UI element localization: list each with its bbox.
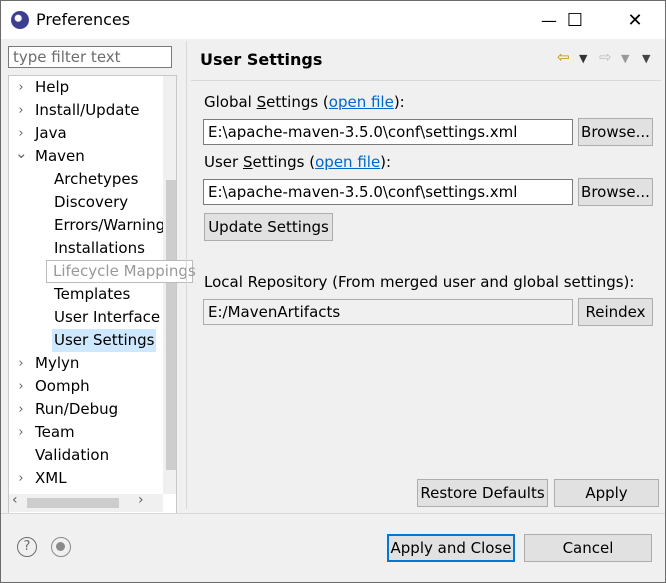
tree-item-label: Help (35, 78, 70, 96)
tree-item[interactable]: Validation (9, 444, 163, 467)
page-title: User Settings (200, 50, 323, 69)
user-settings-input[interactable]: E:\apache-maven-3.5.0\conf\settings.xml (203, 179, 573, 205)
close-icon: ✕ (627, 9, 643, 31)
chevron-right-icon[interactable]: › (15, 467, 27, 490)
scroll-left-icon[interactable]: ‹ (12, 492, 18, 508)
chevron-down-icon[interactable]: ⌄ (15, 145, 28, 168)
tree-item-label: Templates (54, 285, 131, 303)
preferences-tree[interactable]: › Help › Install/Update › Java ⌄ Maven Archetype… (8, 75, 177, 514)
tree-vertical-scrollbar[interactable] (163, 76, 176, 494)
tree-item[interactable]: User Interface (9, 306, 163, 329)
scroll-right-icon[interactable]: › (138, 492, 144, 508)
tree-item-label: Errors/Warnings (54, 216, 173, 234)
help-icon[interactable]: ? (17, 537, 37, 557)
tree-item[interactable]: › Install/Update (9, 99, 163, 122)
tree-item[interactable]: › XML (9, 467, 163, 490)
chevron-right-icon[interactable]: › (15, 99, 27, 122)
chevron-right-icon[interactable]: › (15, 375, 27, 398)
local-repository-field: E:/MavenArtifacts (203, 299, 573, 325)
tree-horizontal-scroll-thumb[interactable] (27, 498, 119, 508)
tree-item-label: Install/Update (35, 101, 140, 119)
view-menu-icon[interactable]: ▼ (642, 52, 650, 65)
tree-item-label: User Interface (54, 308, 161, 326)
global-label-mnemonic: S (256, 93, 267, 111)
tree-item[interactable]: Templates (9, 283, 163, 306)
tree-item-tooltip: Lifecycle Mappings (46, 260, 196, 283)
footer-separator (1, 513, 665, 514)
tree-item[interactable]: › Help (9, 76, 163, 99)
tree-item-label: Team (35, 423, 75, 441)
tree-item-label: Discovery (54, 193, 129, 211)
maximize-icon: ☐ (566, 9, 584, 31)
user-label-text-1: User (204, 153, 243, 171)
tree-item-label: User Settings (52, 329, 157, 352)
preferences-dialog: Preferences — ☐ ✕ type filter text › Help… (0, 0, 666, 583)
local-repository-label: Local Repository (From merged user and g… (204, 273, 635, 291)
close-button[interactable]: ✕ (612, 1, 658, 39)
restore-defaults-button[interactable]: Restore Defaults (417, 479, 548, 507)
chevron-right-icon[interactable]: › (15, 398, 27, 421)
tree-item-label: Validation (35, 446, 110, 464)
tree-item-label: Run/Debug (35, 400, 119, 418)
chevron-right-icon[interactable]: › (15, 122, 27, 145)
back-menu-chevron-icon[interactable]: ▼ (579, 52, 587, 65)
window-title: Preferences (36, 10, 131, 29)
chevron-right-icon[interactable]: › (15, 76, 27, 99)
tree-item[interactable]: › Team (9, 421, 163, 444)
tree-item[interactable]: Discovery (9, 191, 163, 214)
user-label-text-3: ): (380, 153, 392, 171)
user-browse-button[interactable]: Browse... (578, 178, 653, 206)
title-separator (191, 80, 661, 81)
back-arrow-icon[interactable]: ⇦ (557, 48, 570, 66)
forward-arrow-icon[interactable]: ⇨ (599, 48, 612, 66)
maximize-button[interactable]: ☐ (552, 1, 598, 39)
tree-item-label: Oomph (35, 377, 90, 395)
tree-item[interactable]: › Mylyn (9, 352, 163, 375)
tree-item-label: Mylyn (35, 354, 80, 372)
update-settings-button[interactable]: Update Settings (204, 213, 333, 241)
title-bar: Preferences — ☐ ✕ (1, 1, 665, 39)
chevron-right-icon[interactable]: › (15, 352, 27, 375)
tree-vertical-scroll-thumb[interactable] (166, 180, 176, 470)
forward-menu-chevron-icon[interactable]: ▼ (621, 52, 629, 65)
reindex-button[interactable]: Reindex (578, 298, 653, 326)
tree-item-label: Maven (35, 147, 85, 165)
global-label-text-2: ettings ( (266, 93, 329, 111)
panel-sash[interactable] (186, 41, 187, 509)
tree-horizontal-scrollbar[interactable]: ‹ › (9, 492, 163, 512)
global-open-file-link[interactable]: open file (329, 93, 394, 111)
tree-item[interactable]: Archetypes (9, 168, 163, 191)
tree-item-label: Java (35, 124, 67, 142)
tree-item[interactable]: ⌄ Maven (9, 145, 163, 168)
filter-input[interactable]: type filter text (8, 46, 172, 68)
apply-button[interactable]: Apply (554, 479, 659, 507)
tree-item-label: XML (35, 469, 67, 487)
user-label-mnemonic: S (242, 153, 253, 171)
global-settings-input[interactable]: E:\apache-maven-3.5.0\conf\settings.xml (203, 119, 573, 145)
cancel-button[interactable]: Cancel (524, 534, 652, 562)
global-label-text-1: Global (204, 93, 257, 111)
tree-item-label: Archetypes (54, 170, 139, 188)
global-settings-label: Global Settings (open file): (204, 93, 405, 111)
global-label-text-3: ): (393, 93, 405, 111)
tree-item[interactable]: › Oomph (9, 375, 163, 398)
user-settings-label: User Settings (open file): (204, 153, 391, 171)
chevron-right-icon[interactable]: › (15, 421, 27, 444)
apply-and-close-button[interactable]: Apply and Close (387, 534, 515, 562)
user-open-file-link[interactable]: open file (315, 153, 380, 171)
tree-item[interactable]: › Java (9, 122, 163, 145)
tree-item[interactable]: Errors/Warnings (9, 214, 173, 237)
tree-item[interactable]: Installations (9, 237, 163, 260)
record-icon[interactable] (51, 537, 71, 557)
eclipse-icon (11, 11, 29, 29)
tree-item[interactable]: › Run/Debug (9, 398, 163, 421)
global-browse-button[interactable]: Browse... (578, 118, 653, 146)
tree-item[interactable]: User Settings (9, 329, 163, 352)
tree-item-label: Installations (54, 239, 145, 257)
user-label-text-2: ettings ( (252, 153, 316, 171)
